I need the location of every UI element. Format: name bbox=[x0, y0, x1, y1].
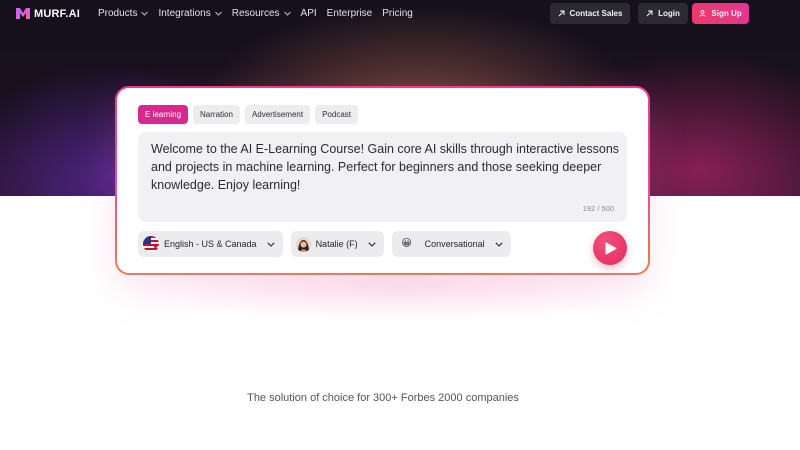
contact-sales-label: Contact Sales bbox=[569, 9, 623, 18]
nav-pricing[interactable]: Pricing bbox=[382, 8, 413, 19]
voice-select[interactable]: Natalie (F) bbox=[290, 231, 384, 257]
top-nav: MURF.AI Products Integrations Resources … bbox=[0, 0, 800, 27]
arrow-up-right-icon bbox=[646, 10, 653, 17]
nav-link-label: Resources bbox=[231, 8, 280, 19]
language-select[interactable]: English - US & Canada bbox=[138, 231, 283, 257]
chevron-down-icon bbox=[283, 11, 291, 16]
voice-avatar bbox=[295, 236, 311, 252]
nav-enterprise[interactable]: Enterprise bbox=[327, 8, 373, 19]
script-textarea[interactable]: Welcome to the AI E-Learning Course! Gai… bbox=[138, 132, 627, 222]
nav-products[interactable]: Products bbox=[98, 8, 149, 19]
contact-sales-button[interactable]: Contact Sales bbox=[550, 3, 630, 24]
chevron-down-icon bbox=[214, 11, 222, 16]
char-count: 192 / 500 bbox=[582, 204, 614, 213]
style-label: Conversational bbox=[424, 239, 485, 249]
tab-e-learning[interactable]: E learning bbox=[138, 105, 189, 124]
nav-link-label: Products bbox=[98, 8, 138, 19]
nav-link-label: API bbox=[300, 8, 317, 19]
login-label: Login bbox=[658, 9, 680, 18]
voice-label: Natalie (F) bbox=[315, 239, 358, 249]
login-button[interactable]: Login bbox=[638, 3, 688, 24]
nav-integrations[interactable]: Integrations bbox=[158, 8, 222, 19]
chevron-down-icon bbox=[367, 241, 376, 247]
play-icon bbox=[605, 242, 617, 254]
logo[interactable]: MURF.AI bbox=[16, 7, 80, 20]
nav-link-label: Pricing bbox=[382, 8, 413, 19]
us-flag-icon bbox=[143, 236, 159, 252]
nav-link-label: Enterprise bbox=[326, 8, 373, 19]
tab-narration[interactable]: Narration bbox=[193, 105, 240, 124]
language-label: English - US & Canada bbox=[164, 239, 257, 249]
tab-podcast[interactable]: Podcast bbox=[315, 105, 358, 124]
nav-link-label: Integrations bbox=[158, 8, 211, 19]
tab-advertisement[interactable]: Advertisement bbox=[244, 105, 311, 124]
nav-api[interactable]: API bbox=[301, 8, 317, 19]
style-select[interactable]: 😀 Conversational bbox=[391, 231, 511, 257]
chevron-down-icon bbox=[141, 11, 149, 16]
logo-text: MURF.AI bbox=[34, 7, 81, 20]
nav-links: Products Integrations Resources API Ente… bbox=[98, 8, 423, 19]
chevron-down-icon bbox=[266, 241, 275, 247]
signup-button[interactable]: Sign Up bbox=[692, 3, 749, 24]
use-case-tabs: E learning Narration Advertisement Podca… bbox=[138, 105, 358, 124]
voice-controls: English - US & Canada Natalie (F) 😀 Conv… bbox=[138, 231, 511, 257]
chevron-down-icon bbox=[495, 241, 503, 247]
signup-label: Sign Up bbox=[711, 9, 742, 18]
tagline: The solution of choice for 300+ Forbes 2… bbox=[247, 392, 519, 404]
smiley-emoji-icon: 😀 bbox=[401, 238, 412, 249]
arrow-up-right-icon bbox=[558, 10, 564, 17]
nav-resources[interactable]: Resources bbox=[232, 8, 291, 19]
user-icon bbox=[699, 10, 706, 17]
demo-card: E learning Narration Advertisement Podca… bbox=[117, 88, 648, 273]
play-button[interactable] bbox=[593, 231, 627, 265]
murf-logo-icon bbox=[16, 8, 30, 19]
script-text: Welcome to the AI E-Learning Course! Gai… bbox=[151, 142, 620, 192]
